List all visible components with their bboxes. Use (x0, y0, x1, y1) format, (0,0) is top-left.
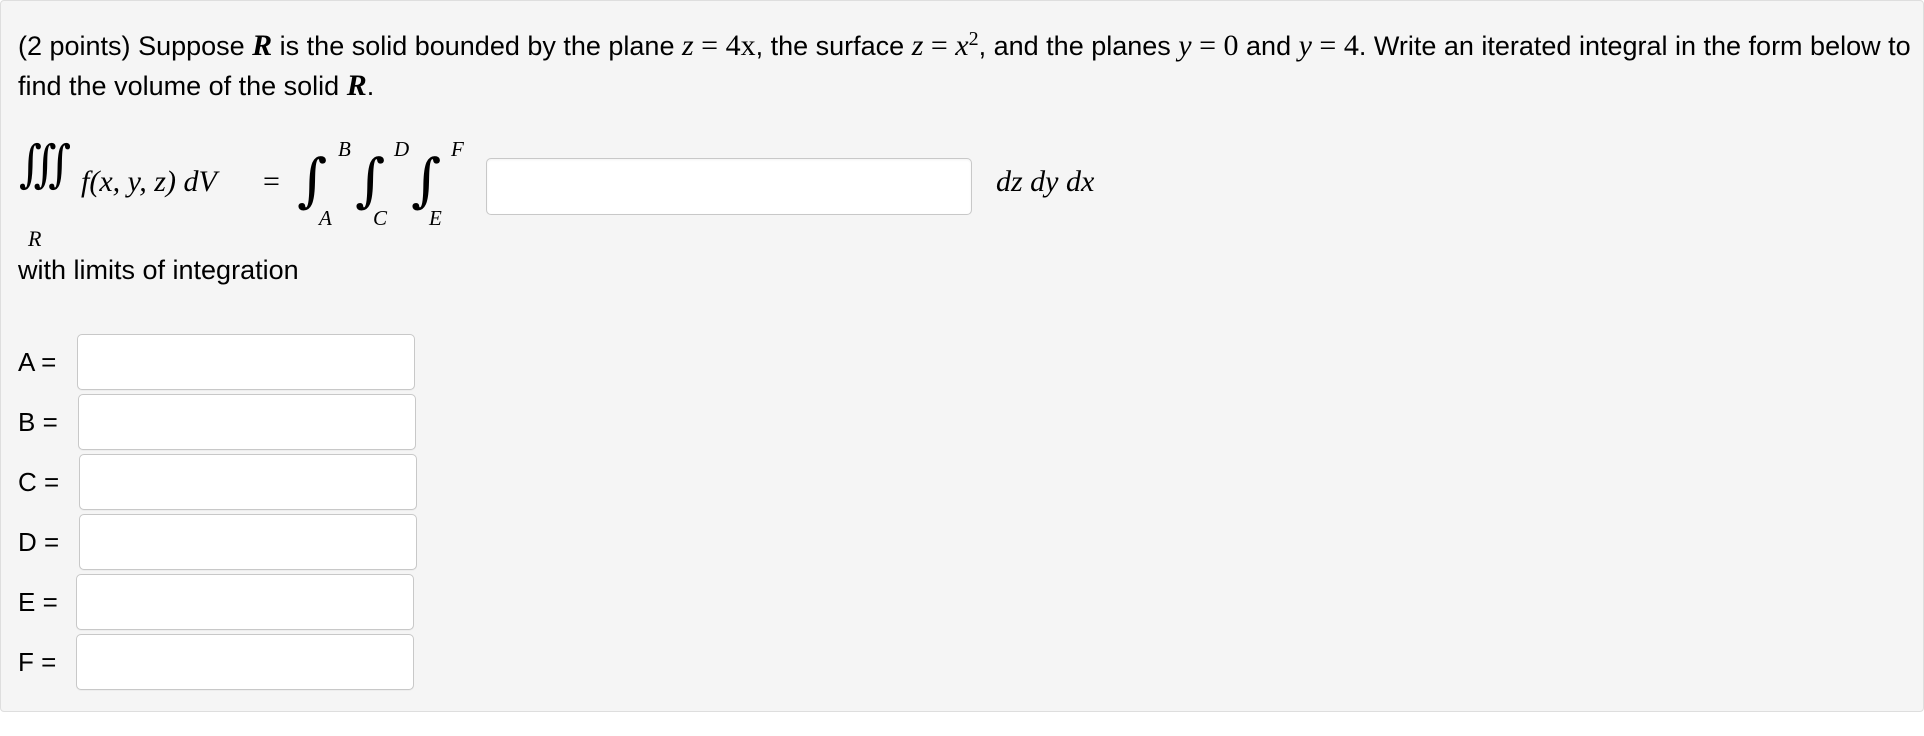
upper-limit-f: F (451, 137, 464, 161)
limit-b-label: B = (18, 407, 58, 437)
outer-integral-sign: ∫ (297, 146, 328, 214)
region-label: R (28, 226, 42, 251)
lower-limit-e: E (429, 206, 442, 230)
limit-d-label: D = (18, 527, 60, 557)
triple-integral-symbol: ∭ (19, 135, 71, 194)
integral-equals: = (263, 165, 280, 198)
limit-a-input[interactable] (77, 334, 415, 390)
limit-f-input[interactable] (76, 634, 414, 690)
lower-limit-a: A (319, 206, 332, 230)
limit-a-label: A = (18, 347, 57, 377)
upper-limit-b: B (338, 137, 351, 161)
limit-c-input[interactable] (79, 454, 417, 510)
solid-symbol: R (252, 29, 273, 62)
limit-c-label: C = (18, 467, 60, 497)
inner-integral-sign: ∫ (411, 146, 442, 214)
limit-e-label: E = (18, 587, 58, 617)
limit-f-label: F = (18, 647, 57, 677)
limit-b-input[interactable] (78, 394, 416, 450)
integrand-input[interactable] (486, 158, 972, 215)
problem-statement: (2 points) Suppose R is the solid bounde… (18, 28, 1911, 102)
points-label: (2 points) (18, 31, 131, 61)
lower-limit-c: C (373, 206, 388, 230)
integral-lhs: f(x, y, z) dV (81, 165, 217, 198)
problem-panel: (2 points) Suppose R is the solid bounde… (0, 0, 1924, 712)
differentials: dz dy dx (996, 165, 1095, 198)
middle-integral-sign: ∫ (355, 146, 386, 214)
limit-e-input[interactable] (76, 574, 414, 630)
upper-limit-d: D (394, 137, 410, 161)
limits-intro-text: with limits of integration (18, 255, 299, 285)
limit-d-input[interactable] (79, 514, 417, 570)
